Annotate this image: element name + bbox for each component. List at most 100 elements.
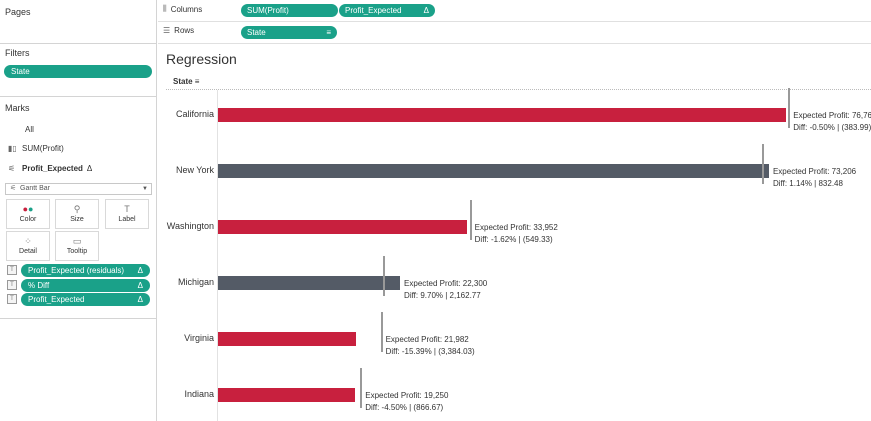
field-pill-label: Profit_Expected <box>28 295 85 304</box>
size-icon: ⚲ <box>73 204 81 214</box>
diff-label: Diff: 1.14% | 832.48 <box>772 179 843 188</box>
gantt-icon: ⚟ <box>10 185 17 192</box>
delta-icon: Δ <box>423 6 429 15</box>
field-pill-label: Profit_Expected (residuals) <box>28 266 125 275</box>
rows-icon: ☰ <box>163 26 171 35</box>
color-button-label: Color <box>19 216 37 223</box>
label-icon: T <box>124 204 130 214</box>
profit-bar[interactable] <box>218 164 769 178</box>
chevron-down-icon: ▼ <box>142 186 148 192</box>
column-pill-sum-profit[interactable]: SUM(Profit) <box>241 4 338 17</box>
columns-icon: ⫼ <box>163 4 167 13</box>
expected-profit-marker[interactable] <box>382 256 385 296</box>
mark-type-value: Gantt Bar <box>20 185 50 192</box>
mark-type-dropdown[interactable]: ⚟ Gantt Bar ▼ <box>5 183 152 195</box>
marks-all-label: All <box>25 125 34 134</box>
size-button-label: Size <box>70 216 84 223</box>
row-label: California <box>175 109 214 119</box>
field-pill-profit-expected[interactable]: Profit_Expected Δ <box>21 293 150 306</box>
mark-annotation: Expected Profit: 33,952 Diff: -1.62% | (5… <box>475 222 558 246</box>
mark-annotation: Expected Profit: 21,982 Diff: -15.39% | (… <box>386 334 475 358</box>
label-button-label: Label <box>118 216 136 223</box>
divider <box>0 318 157 319</box>
marks-card-label: SUM(Profit) <box>22 144 64 153</box>
expected-profit-label: Expected Profit: 19,250 <box>365 391 449 400</box>
bar-chart-icon: ▮▯ <box>8 144 17 153</box>
filter-pill-state[interactable]: State <box>4 65 152 78</box>
columns-shelf-label: ⫼ Columns <box>163 4 202 14</box>
pill-label: State <box>247 28 266 37</box>
sort-icon: ≡ <box>194 77 200 86</box>
columns-shelf[interactable]: ⫼ Columns SUM(Profit) Profit_Expected Δ <box>158 0 871 22</box>
pages-card-title: Pages <box>5 7 31 17</box>
diff-label: Diff: -1.62% | (549.33) <box>474 235 553 244</box>
detail-button[interactable]: ⁘ Detail <box>6 231 50 261</box>
mark-annotation: Expected Profit: 19,250 Diff: -4.50% | (8… <box>365 390 448 414</box>
row-label: Virginia <box>184 333 214 343</box>
gantt-icon: ⚟ <box>8 164 16 173</box>
divider <box>0 43 157 44</box>
expected-profit-marker[interactable] <box>469 200 472 240</box>
filters-card-title: Filters <box>5 48 30 58</box>
profit-bar[interactable] <box>218 108 787 122</box>
diff-label: Diff: -15.39% | (3,384.03) <box>385 347 475 356</box>
profit-bar[interactable] <box>218 220 467 234</box>
tooltip-icon: ▭ <box>72 236 82 246</box>
diff-label: Diff: -4.50% | (866.67) <box>365 403 444 412</box>
expected-profit-label: Expected Profit: 73,206 <box>772 167 857 176</box>
expected-profit-marker[interactable] <box>761 144 764 184</box>
expected-profit-marker[interactable] <box>360 368 363 408</box>
marks-card-profit-expected[interactable]: ⚟ Profit_Expected Δ <box>8 164 92 173</box>
detail-icon: ⁘ <box>24 236 32 246</box>
mark-annotation: Expected Profit: 73,206 Diff: 1.14% | 832… <box>773 166 856 190</box>
column-pill-profit-expected[interactable]: Profit_Expected Δ <box>339 4 435 17</box>
left-panel: Pages Filters State Marks All ▮▯ SUM(Pro… <box>0 0 157 421</box>
tooltip-button-label: Tooltip <box>66 248 88 255</box>
expected-profit-label: Expected Profit: 76,765 <box>793 111 871 120</box>
tooltip-button[interactable]: ▭ Tooltip <box>55 231 99 261</box>
profit-bar[interactable] <box>218 276 401 290</box>
row-label: Indiana <box>184 389 214 399</box>
row-header-label: State <box>173 77 193 86</box>
field-pill-label: % Diff <box>28 281 50 290</box>
row-label: New York <box>175 165 214 175</box>
delta-icon: Δ <box>137 266 143 275</box>
mark-annotation: Expected Profit: 22,300 Diff: 9.70% | 2,1… <box>404 278 487 302</box>
marks-card-title: Marks <box>5 103 30 113</box>
delta-icon: Δ <box>137 295 143 304</box>
divider <box>0 96 157 97</box>
rows-shelf[interactable]: ☰ Rows State ≡ <box>158 22 871 44</box>
expected-profit-marker[interactable] <box>380 312 383 352</box>
diff-label: Diff: 9.70% | 2,162.77 <box>404 291 481 300</box>
profit-bar[interactable] <box>218 332 357 346</box>
pill-label: SUM(Profit) <box>247 6 289 15</box>
marks-card-sum-profit[interactable]: ▮▯ SUM(Profit) <box>8 144 64 153</box>
detail-button-label: Detail <box>19 248 37 255</box>
view-title: Regression <box>166 51 237 67</box>
field-pill-residuals[interactable]: Profit_Expected (residuals) Δ <box>21 264 150 277</box>
label-field-icon: T <box>7 294 17 304</box>
row-header-state[interactable]: State ≡ <box>173 77 199 86</box>
row-pill-state[interactable]: State ≡ <box>241 26 337 39</box>
sort-icon: ≡ <box>326 28 331 37</box>
label-field-icon: T <box>7 265 17 275</box>
profit-bar[interactable] <box>218 388 355 402</box>
color-button[interactable]: ●● Color <box>6 199 50 229</box>
expected-profit-label: Expected Profit: 33,952 <box>474 223 558 232</box>
field-pill-pct-diff[interactable]: % Diff Δ <box>21 279 150 292</box>
marks-all-tab[interactable]: All <box>25 125 34 134</box>
label-button[interactable]: T Label <box>105 199 149 229</box>
rows-shelf-label: ☰ Rows <box>163 26 194 35</box>
worksheet-view: Regression State ≡ California Expected Pr… <box>158 45 871 421</box>
pill-label: Profit_Expected <box>345 6 402 15</box>
row-label: Michigan <box>177 277 214 287</box>
delta-icon: Δ <box>137 281 143 290</box>
rows-label: Rows <box>174 26 195 35</box>
expected-profit-label: Expected Profit: 21,982 <box>385 335 469 344</box>
columns-label: Columns <box>170 4 203 14</box>
expected-profit-marker[interactable] <box>788 88 791 128</box>
size-button[interactable]: ⚲ Size <box>55 199 99 229</box>
row-label: Washington <box>166 221 214 231</box>
diff-label: Diff: -0.50% | (383.99) <box>793 123 871 132</box>
label-field-icon: T <box>7 280 17 290</box>
